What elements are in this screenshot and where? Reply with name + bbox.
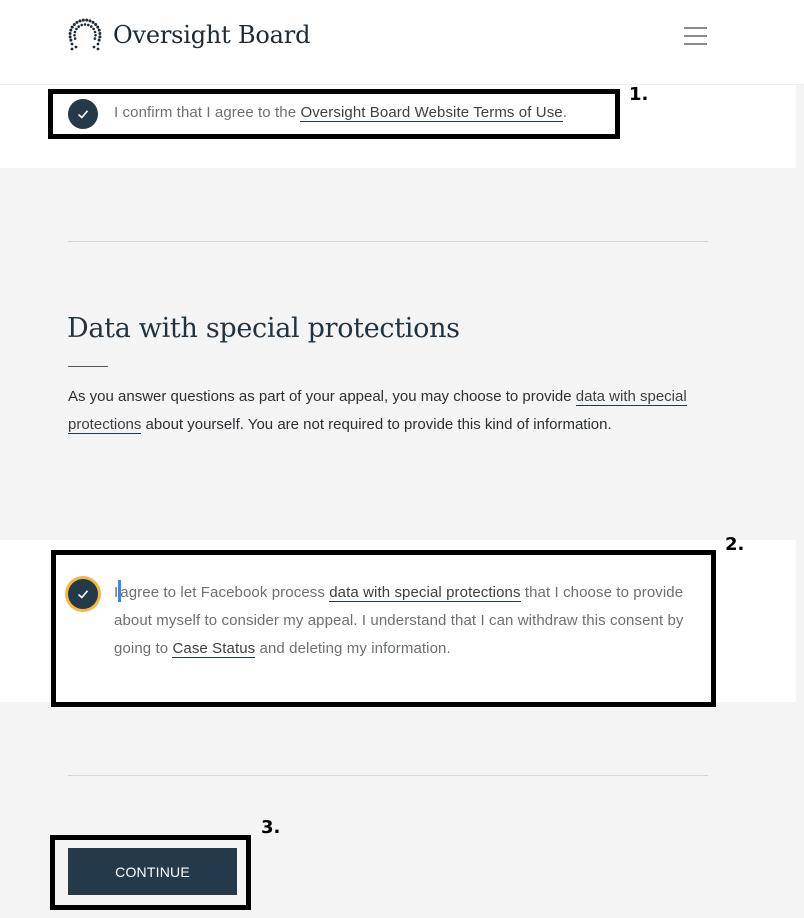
section-title: Data with special protections <box>67 313 460 344</box>
logo-text: Oversight Board <box>113 21 311 49</box>
section-divider <box>68 241 708 242</box>
continue-button[interactable]: CONTINUE <box>68 848 237 895</box>
site-header: Oversight Board <box>0 0 804 85</box>
annotation-label-2: 2. <box>725 534 745 555</box>
terms-consent-label: I confirm that I agree to the Oversight … <box>114 99 567 127</box>
hamburger-menu-icon[interactable] <box>684 25 708 47</box>
title-underline <box>68 366 108 367</box>
special-data-consent-checkbox[interactable] <box>68 579 98 609</box>
special-data-consent-label: Iagree to let Facebook process data with… <box>114 579 714 663</box>
annotation-label-1: 1. <box>629 84 649 105</box>
terms-of-use-link[interactable]: Oversight Board Website Terms of Use <box>300 104 563 122</box>
consent-text-3: and deleting my information. <box>255 640 451 657</box>
terms-consent-period: . <box>562 104 568 121</box>
annotation-label-3: 3. <box>261 817 281 838</box>
section-description: As you answer questions as part of your … <box>68 383 708 439</box>
section-divider <box>68 775 708 776</box>
logo[interactable]: Oversight Board <box>67 17 310 53</box>
description-text-end: about yourself. You are not required to … <box>141 416 612 433</box>
terms-consent-checkbox[interactable] <box>68 99 98 129</box>
case-status-link[interactable]: Case Status <box>172 640 256 658</box>
checkmark-icon <box>77 590 89 599</box>
special-data-link[interactable]: data with special protections <box>329 584 521 602</box>
checkmark-icon <box>77 110 89 119</box>
dotted-horseshoe-logo-icon <box>68 18 102 51</box>
terms-consent-text: I confirm that I agree to the <box>114 104 301 121</box>
description-text: As you answer questions as part of your … <box>68 388 576 405</box>
consent-text-1: agree to let Facebook process <box>120 584 330 601</box>
